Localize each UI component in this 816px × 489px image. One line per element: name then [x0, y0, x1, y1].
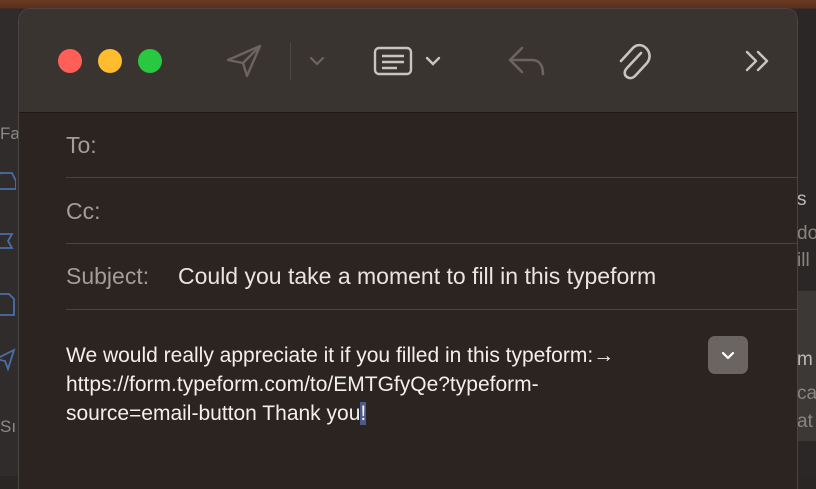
message-body[interactable]: We would really appreciate it if you fil… — [66, 341, 666, 428]
attach-button[interactable] — [611, 39, 655, 83]
to-label: To: — [66, 132, 97, 158]
message-text: source=email-button Thank you — [66, 402, 361, 425]
background-text-fragment: ca — [797, 383, 816, 404]
header-fields-list-icon — [373, 46, 413, 76]
background-text-fragment: m — [797, 349, 813, 370]
chevron-down-icon — [309, 56, 325, 66]
background-text-fragment: ill — [797, 250, 810, 271]
send-paper-plane-icon — [226, 44, 262, 78]
background-text-fragment: s — [797, 189, 807, 210]
toolbar-divider — [290, 42, 291, 80]
subject-field[interactable]: Subject: Could you take a moment to fill… — [66, 244, 797, 310]
window-minimize-button[interactable] — [98, 49, 122, 73]
more-toolbar-items-button[interactable] — [740, 39, 776, 83]
chevron-down-icon — [721, 351, 735, 359]
to-field[interactable]: To: — [66, 112, 797, 178]
reply-button[interactable] — [504, 39, 548, 83]
window-zoom-button[interactable] — [138, 49, 162, 73]
background-text-fragment: at — [797, 411, 813, 432]
chevron-down-icon — [425, 56, 441, 66]
background-inbox-icon — [0, 172, 16, 190]
link-options-button[interactable] — [708, 336, 748, 374]
reply-arrow-icon — [508, 46, 545, 76]
compose-toolbar — [19, 9, 797, 113]
background-app-sidebar: Fa Sı — [0, 9, 20, 476]
send-button[interactable] — [222, 39, 266, 83]
window-close-button[interactable] — [58, 49, 82, 73]
subject-label: Subject: — [66, 263, 150, 289]
double-chevron-right-icon — [745, 50, 769, 72]
paperclip-icon — [619, 43, 651, 80]
background-text-fragment: Fa — [0, 124, 20, 143]
send-options-button[interactable] — [302, 39, 332, 83]
cc-field[interactable]: Cc: — [66, 178, 797, 244]
background-text-fragment: do — [797, 223, 816, 244]
background-app-message-list: s do ill m ca at — [797, 9, 816, 476]
message-link-line[interactable]: https://form.typeform.com/to/EMTGfyQe?ty… — [66, 370, 666, 399]
text-selection: ! — [360, 402, 367, 425]
background-document-icon — [0, 293, 15, 316]
cc-label: Cc: — [66, 198, 101, 224]
background-text-fragment: Sı — [0, 417, 17, 436]
subject-input[interactable]: Could you take a moment to fill in this … — [178, 263, 656, 290]
background-flag-icon — [0, 233, 14, 249]
message-line: source=email-button Thank you! — [66, 399, 666, 428]
compose-window: To: Cc: Subject: Could you take a moment… — [19, 9, 797, 489]
header-fields-button[interactable] — [369, 39, 445, 83]
background-send-icon — [0, 348, 16, 372]
message-line: We would really appreciate it if you fil… — [66, 344, 615, 367]
